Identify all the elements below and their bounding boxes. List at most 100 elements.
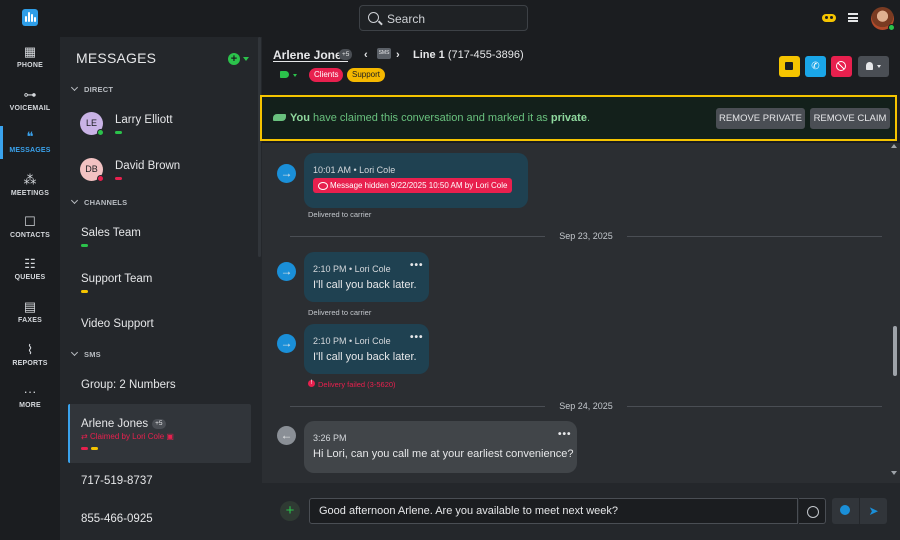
- new-message-caret-icon[interactable]: [243, 57, 249, 61]
- date-divider: Sep 24, 2025: [290, 401, 882, 411]
- prev-arrow-icon[interactable]: ‹: [364, 49, 368, 61]
- nav-label: CONTACTS: [10, 232, 50, 239]
- more-options-icon[interactable]: •••: [410, 260, 424, 271]
- more-options-icon[interactable]: •••: [558, 429, 572, 440]
- message-body: I'll call you back later.: [313, 351, 417, 363]
- nav-reports[interactable]: ⌇ REPORTS: [0, 343, 60, 383]
- line-info: Line 1 (717-455-3896): [413, 49, 524, 61]
- presence-dot: [97, 175, 104, 182]
- list-item-sales-team[interactable]: Sales Team: [60, 220, 262, 256]
- list-scrollbar[interactable]: [258, 37, 261, 257]
- inbound-arrow-icon: [277, 426, 296, 445]
- message-bubble[interactable]: 2:10 PM • Lori Cole ••• I'll call you ba…: [304, 252, 429, 302]
- claimed-label: ⇄ Claimed by Lori Cole ▣: [81, 432, 174, 441]
- search-box[interactable]: Search: [359, 5, 528, 31]
- list-item-number[interactable]: 717-519-8737: [60, 469, 262, 497]
- message-meta: 2:10 PM • Lori Cole: [313, 336, 391, 346]
- next-arrow-icon[interactable]: ›: [396, 49, 400, 61]
- tag-chip[interactable]: Support: [347, 68, 386, 82]
- contacts-icon: ☐: [24, 214, 36, 229]
- nav-messages[interactable]: ❝ MESSAGES: [0, 130, 60, 170]
- menu-icon[interactable]: [848, 13, 858, 22]
- message-bubble[interactable]: 10:01 AM • Lori Cole Message hidden 9/22…: [304, 153, 528, 208]
- incognito-mask-icon[interactable]: [822, 14, 836, 22]
- section-channels[interactable]: CHANNELS: [70, 196, 127, 207]
- nav-label: QUEUES: [14, 274, 46, 281]
- phone-number: 717-519-8737: [81, 475, 153, 487]
- message-bubble[interactable]: 2:10 PM • Lori Cole ••• I'll call you ba…: [304, 324, 429, 374]
- emoji-button[interactable]: [799, 498, 826, 524]
- list-item-video-support[interactable]: Video Support: [60, 312, 262, 342]
- scroll-down-icon[interactable]: [891, 471, 897, 475]
- list-item-group[interactable]: Group: 2 Numbers: [60, 373, 262, 401]
- message-body: Hi Lori, can you call me at your earlies…: [313, 448, 574, 460]
- section-sms[interactable]: SMS: [70, 348, 101, 359]
- list-item-larry-elliott[interactable]: LE Larry Elliott: [60, 107, 262, 143]
- status-pip: [115, 177, 122, 180]
- message-bubble[interactable]: 3:26 PM ••• Hi Lori, can you call me at …: [304, 421, 577, 473]
- feed-scrollbar[interactable]: [893, 326, 897, 376]
- participant-count-badge[interactable]: +5: [339, 49, 353, 60]
- delivery-failed-status: Delivery failed (3-5620): [308, 380, 396, 389]
- call-button[interactable]: ✆: [805, 56, 826, 77]
- message-body: I'll call you back later.: [313, 279, 417, 291]
- message-feed[interactable]: 10:01 AM • Lori Cole Message hidden 9/22…: [262, 143, 900, 483]
- hidden-message-badge: Message hidden 9/22/2025 10:50 AM by Lor…: [313, 178, 513, 193]
- tag-caret-icon[interactable]: [293, 74, 297, 77]
- list-item-support-team[interactable]: Support Team: [60, 266, 262, 302]
- channel-name: Support Team: [81, 273, 153, 285]
- conversation-list: MESSAGES + DIRECT LE Larry Elliott DB Da…: [60, 37, 262, 540]
- block-button[interactable]: [831, 56, 852, 77]
- nav-rail: ▦ PHONE ⊶ VOICEMAIL ❝ MESSAGES ⁂ MEETING…: [0, 37, 60, 540]
- contact-name-link[interactable]: Arlene Jones: [273, 49, 349, 62]
- more-options-icon[interactable]: •••: [410, 332, 424, 343]
- search-placeholder: Search: [387, 12, 426, 26]
- tag-icon[interactable]: [280, 71, 289, 78]
- new-message-button[interactable]: +: [228, 53, 240, 65]
- nav-faxes[interactable]: ▤ FAXES: [0, 300, 60, 340]
- nav-label: FAXES: [18, 317, 42, 324]
- note-button[interactable]: [779, 56, 800, 77]
- list-item-david-brown[interactable]: DB David Brown: [60, 153, 262, 189]
- fax-icon: ▤: [23, 299, 37, 314]
- phone-number: 855-466-0925: [81, 513, 153, 525]
- channel-name: Video Support: [81, 318, 154, 330]
- send-button[interactable]: ➤: [860, 498, 887, 524]
- remove-claim-button[interactable]: REMOVE CLAIM: [810, 108, 890, 129]
- message-meta: 10:01 AM • Lori Cole: [313, 165, 396, 175]
- schedule-button[interactable]: [832, 498, 859, 524]
- message-input[interactable]: [309, 498, 798, 524]
- status-pip: [81, 290, 88, 293]
- remove-private-button[interactable]: REMOVE PRIVATE: [716, 108, 805, 129]
- contact-name: David Brown: [115, 160, 181, 172]
- nav-voicemail[interactable]: ⊶ VOICEMAIL: [0, 88, 60, 128]
- section-label: DIRECT: [84, 85, 114, 94]
- attach-plus-button[interactable]: +: [280, 501, 300, 521]
- list-item-number[interactable]: 855-466-0925: [60, 507, 262, 535]
- avatar: LE: [80, 112, 104, 136]
- outbound-arrow-icon: [277, 164, 296, 183]
- presence-dot: [888, 24, 895, 31]
- nav-label: MESSAGES: [9, 147, 51, 154]
- nav-more[interactable]: ··· MORE: [0, 385, 60, 425]
- notifications-button[interactable]: [858, 56, 889, 77]
- nav-phone[interactable]: ▦ PHONE: [0, 45, 60, 85]
- voicemail-icon: ⊶: [23, 87, 37, 102]
- scroll-up-icon[interactable]: [891, 144, 897, 148]
- nav-label: REPORTS: [12, 360, 48, 367]
- nav-contacts[interactable]: ☐ CONTACTS: [0, 215, 60, 255]
- avatar: DB: [80, 158, 104, 182]
- list-item-arlene-jones[interactable]: Arlene Jones +5 ⇄ Claimed by Lori Cole ▣: [68, 404, 251, 463]
- messages-icon: ❝: [26, 129, 34, 144]
- nav-queues[interactable]: ☷ QUEUES: [0, 257, 60, 297]
- app-logo-icon[interactable]: [22, 9, 38, 26]
- status-pip: [81, 447, 88, 450]
- user-avatar[interactable]: [871, 7, 895, 31]
- chevron-down-icon: [70, 83, 79, 92]
- outbound-arrow-icon: [277, 334, 296, 353]
- chevron-down-icon: [70, 196, 79, 205]
- list-title: MESSAGES: [76, 50, 157, 66]
- nav-meetings[interactable]: ⁂ MEETINGS: [0, 173, 60, 213]
- tag-chip[interactable]: Clients: [309, 68, 344, 82]
- section-direct[interactable]: DIRECT: [70, 83, 114, 94]
